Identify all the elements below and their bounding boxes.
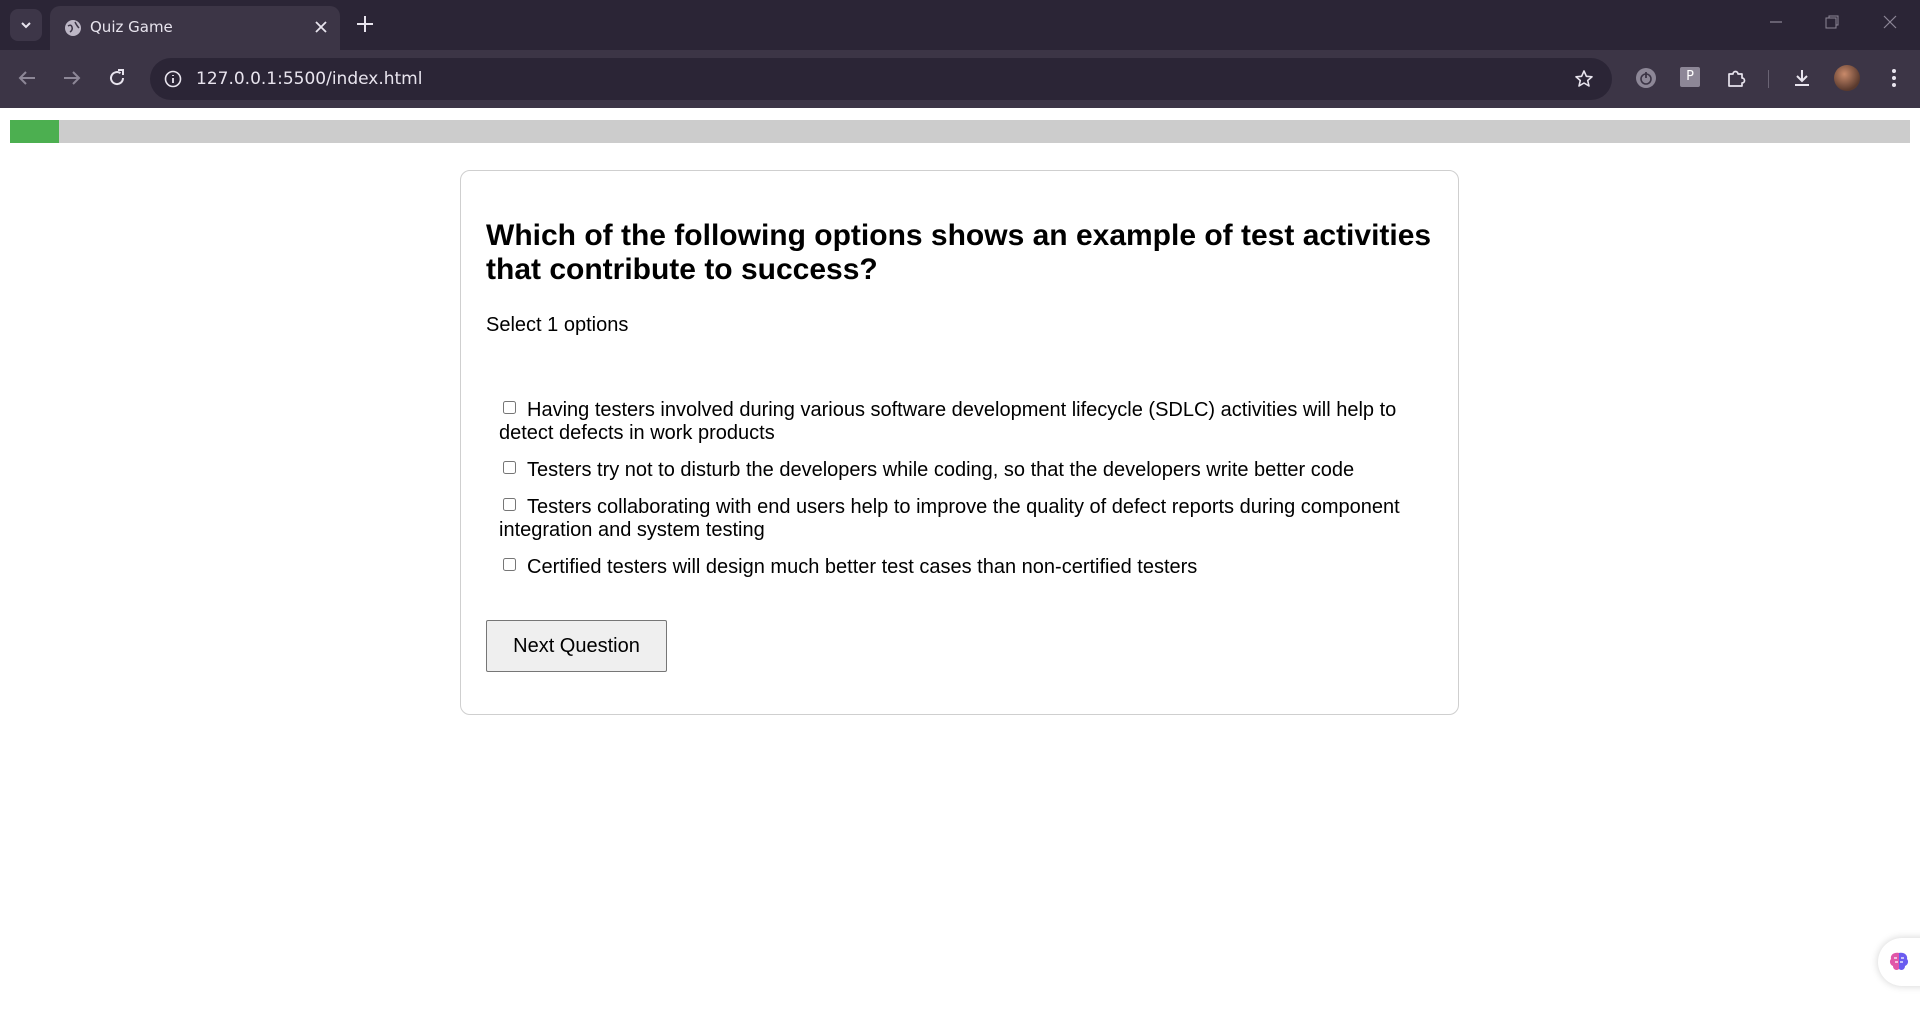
brain-icon	[1889, 952, 1909, 970]
toolbar-divider	[1768, 70, 1769, 88]
close-icon[interactable]	[314, 20, 328, 34]
tab-bar: Quiz Game	[0, 0, 1920, 50]
browser-toolbar: 127.0.0.1:5500/index.html P	[0, 50, 1920, 108]
select-instruction: Select 1 options	[486, 314, 629, 336]
option-checkbox[interactable]	[503, 558, 516, 571]
option-checkbox[interactable]	[503, 401, 516, 414]
question-title: Which of the following options shows an …	[486, 219, 1432, 286]
reload-icon[interactable]	[106, 67, 128, 89]
back-arrow-icon[interactable]	[16, 67, 38, 89]
address-bar[interactable]: 127.0.0.1:5500/index.html	[150, 58, 1612, 100]
plus-icon[interactable]	[354, 13, 376, 35]
url-text: 127.0.0.1:5500/index.html	[196, 69, 423, 89]
option-item[interactable]: Testers try not to disturb the developer…	[499, 459, 1429, 482]
globe-icon	[65, 20, 81, 36]
floating-assistant-button[interactable]	[1878, 938, 1920, 986]
option-checkbox[interactable]	[503, 498, 516, 511]
tab-quiz-game[interactable]: Quiz Game	[50, 6, 340, 50]
next-question-button[interactable]: Next Question	[486, 620, 667, 672]
option-item[interactable]: Having testers involved during various s…	[499, 399, 1429, 445]
menu-dots-icon[interactable]	[1883, 67, 1905, 89]
tab-search-button[interactable]	[10, 9, 42, 41]
option-item[interactable]: Testers collaborating with end users hel…	[499, 496, 1429, 542]
option-label: Having testers involved during various s…	[499, 399, 1397, 444]
progress-bar	[10, 120, 1910, 143]
avatar[interactable]	[1834, 65, 1860, 91]
option-checkbox[interactable]	[503, 461, 516, 474]
option-label: Testers try not to disturb the developer…	[527, 459, 1355, 481]
minimize-icon[interactable]	[1768, 14, 1784, 30]
progress-fill	[10, 120, 60, 143]
tab-title: Quiz Game	[90, 18, 173, 36]
quiz-card: Which of the following options shows an …	[460, 170, 1459, 715]
options-list: Having testers involved during various s…	[499, 399, 1429, 593]
power-extension-icon[interactable]	[1635, 67, 1657, 89]
star-icon[interactable]	[1574, 69, 1594, 89]
download-icon[interactable]	[1791, 67, 1813, 89]
info-icon[interactable]	[164, 70, 182, 88]
tab-search-icon	[21, 22, 31, 29]
forward-arrow-icon[interactable]	[61, 67, 83, 89]
window-close-icon[interactable]	[1882, 14, 1898, 30]
option-item[interactable]: Certified testers will design much bette…	[499, 556, 1429, 579]
option-label: Certified testers will design much bette…	[527, 556, 1198, 578]
restore-icon[interactable]	[1824, 14, 1840, 30]
puzzle-icon[interactable]	[1725, 67, 1747, 89]
p-extension-icon[interactable]: P	[1680, 67, 1700, 87]
option-label: Testers collaborating with end users hel…	[499, 496, 1400, 541]
